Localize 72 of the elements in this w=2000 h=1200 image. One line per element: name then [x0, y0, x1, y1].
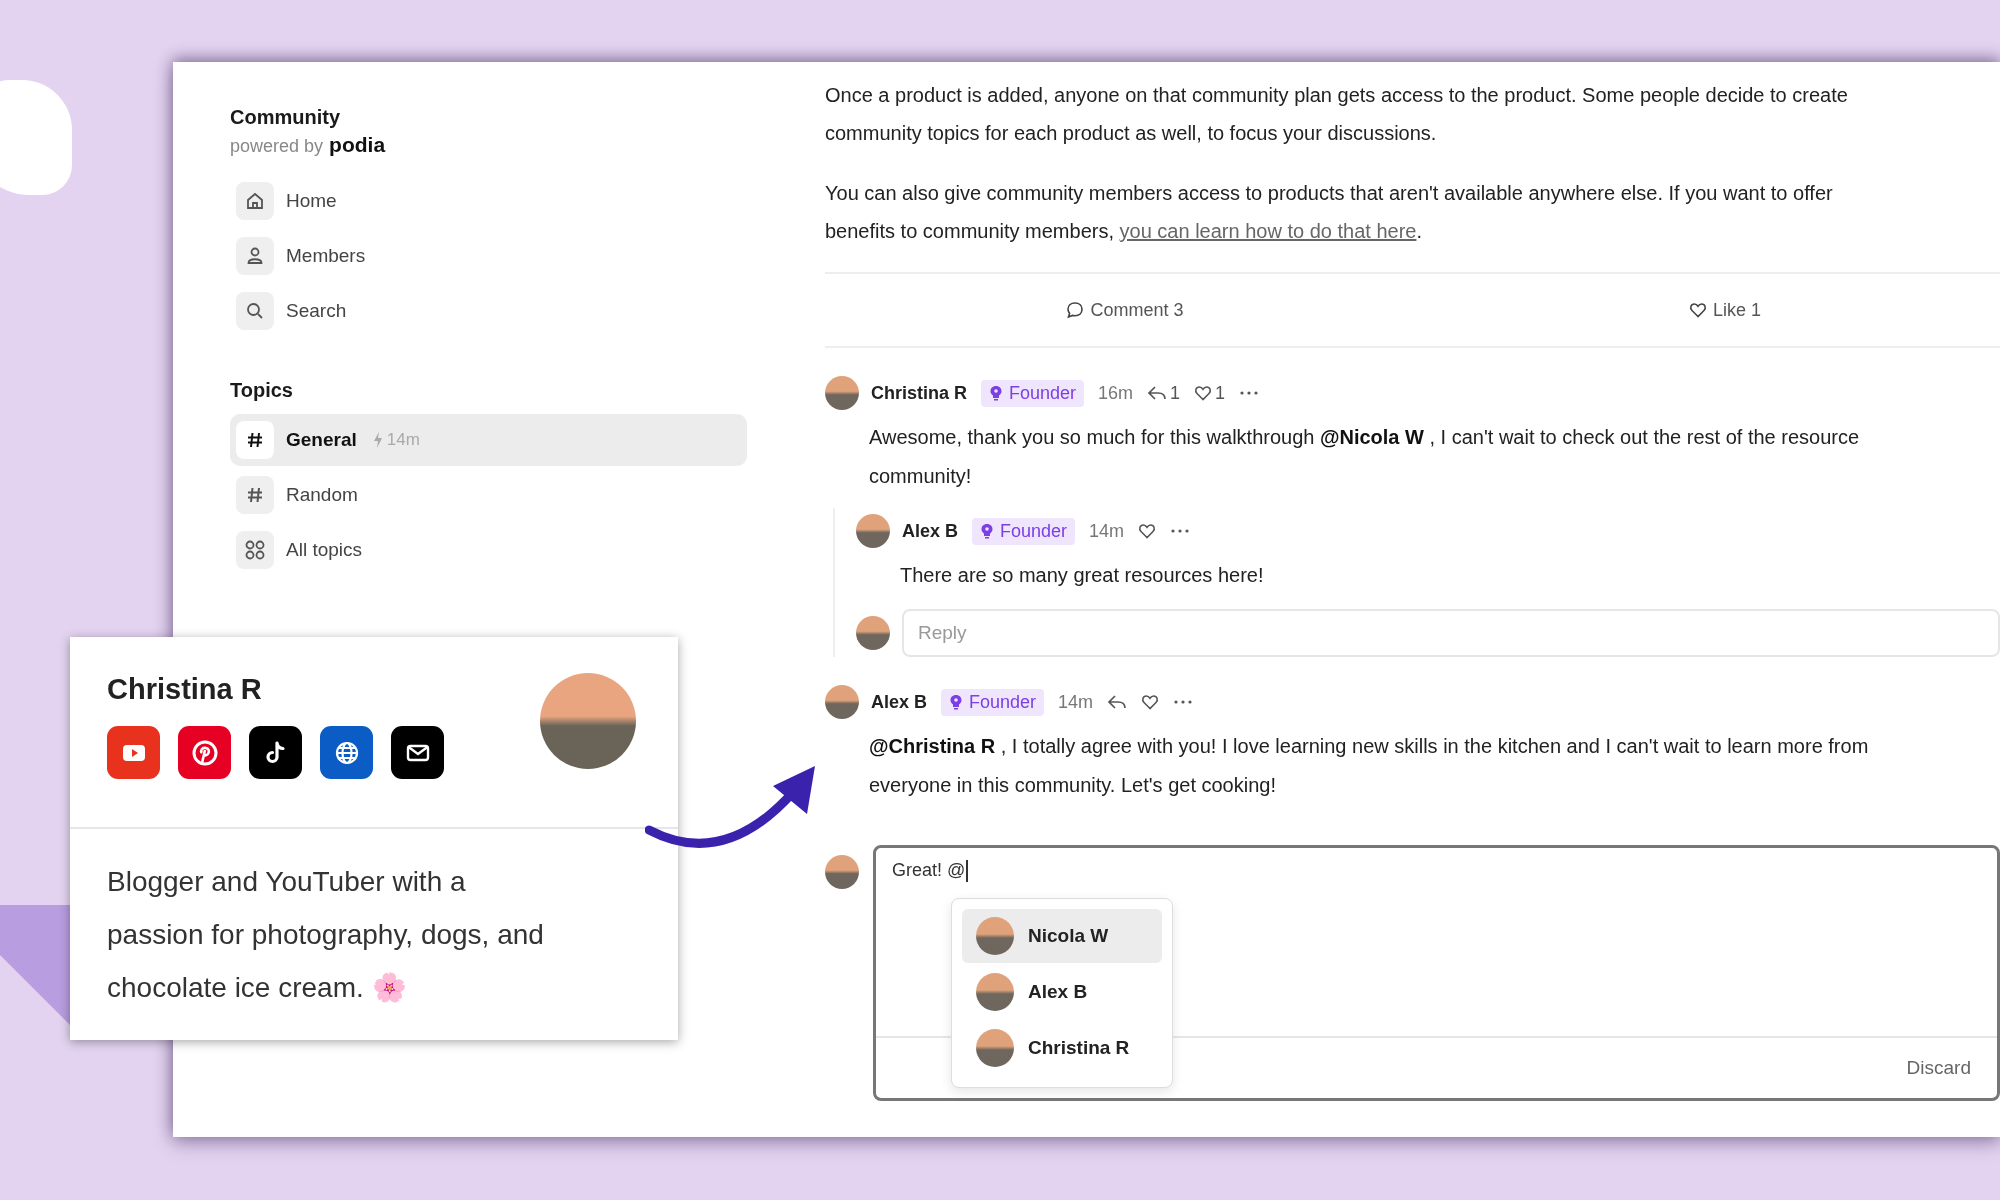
- play-icon[interactable]: [107, 726, 160, 779]
- like-button[interactable]: [1141, 693, 1160, 711]
- more-icon[interactable]: [1239, 390, 1260, 396]
- topic-item[interactable]: Random: [230, 469, 747, 521]
- grid-icon: [244, 539, 266, 561]
- brand-logo: podia: [329, 133, 386, 157]
- reply-field[interactable]: Reply: [902, 609, 2000, 657]
- discard-button[interactable]: Discard: [1900, 1056, 1977, 1080]
- topic-item[interactable]: General 14m: [230, 414, 747, 466]
- comment-time: 14m: [1058, 691, 1094, 713]
- post-paragraph: You can also give community members access to products that aren't available anywhere else. If you want to offer benefits to community members, you can learn how to do that here.: [825, 181, 1834, 244]
- mention-option[interactable]: Alex B: [962, 965, 1162, 1019]
- hash-icon: [245, 485, 265, 505]
- mention-option[interactable]: Nicola W: [962, 909, 1162, 963]
- nav-item[interactable]: Home: [230, 175, 747, 227]
- founder-badge: Founder: [941, 688, 1045, 716]
- comment-icon: [1066, 301, 1085, 319]
- heart-icon: [1141, 693, 1160, 711]
- reply-button[interactable]: [1107, 694, 1128, 710]
- profile-bio: Blogger and YouTuber with a passion for photography, dogs, and chocolate ice cream. 🌸: [107, 865, 544, 1005]
- founder-badge: Founder: [981, 379, 1085, 407]
- reply-icon: [1147, 385, 1168, 401]
- comment-time: 14m: [1089, 520, 1125, 542]
- more-icon[interactable]: [1170, 528, 1191, 534]
- search-icon: [245, 301, 265, 321]
- mention-option[interactable]: Christina R: [962, 1021, 1162, 1075]
- reply-button[interactable]: 1: [1147, 382, 1181, 404]
- comment-text: @Christina R , I totally agree with you! I love learning new skills in the kitchen and I can't wait to learn more from everyone in this community. Let's get cooking!: [869, 734, 1870, 798]
- avatar-photo: [976, 1029, 1014, 1067]
- activity-time: 14m: [386, 430, 420, 450]
- avatar-photo: [825, 376, 859, 410]
- author-name[interactable]: Alex B: [871, 691, 928, 713]
- author-name[interactable]: Christina R: [871, 382, 967, 404]
- like-button[interactable]: [1138, 522, 1157, 540]
- heart-icon: [1194, 384, 1213, 402]
- nav-item[interactable]: Members: [230, 230, 747, 282]
- heart-icon: [1688, 301, 1707, 319]
- avatar-photo: [976, 973, 1014, 1011]
- profile-name: Christina R: [107, 673, 263, 706]
- more-icon[interactable]: [1173, 699, 1194, 705]
- avatar-photo: [976, 917, 1014, 955]
- founder-badge: Founder: [972, 517, 1076, 545]
- comment-time: 16m: [1098, 382, 1134, 404]
- nav-item[interactable]: Search: [230, 285, 747, 337]
- comment-button[interactable]: Comment 3: [825, 274, 1425, 346]
- author-name[interactable]: Alex B: [902, 520, 959, 542]
- hash-icon: [245, 430, 265, 450]
- comment-text: There are so many great resources here!: [900, 563, 1265, 588]
- text-cursor: [966, 860, 969, 882]
- topic-item[interactable]: All topics: [230, 524, 747, 576]
- home-icon: [245, 191, 265, 211]
- music-note-icon[interactable]: [249, 726, 302, 779]
- like-button[interactable]: 1: [1194, 382, 1226, 404]
- pinterest-icon[interactable]: [178, 726, 231, 779]
- like-button[interactable]: Like 1: [1425, 274, 2000, 346]
- comment-field[interactable]: Great! @ Nicola W Alex B Christina R Discard: [873, 845, 2000, 1101]
- comment-text: Awesome, thank you so much for this walkthrough @Nicola W , I can't wait to check out the rest of the resource community!: [869, 425, 1861, 489]
- reply-icon: [1107, 694, 1128, 710]
- avatar-photo: [825, 685, 859, 719]
- bolt-icon: [372, 432, 383, 448]
- avatar-photo: [856, 616, 890, 650]
- community-title: Community: [230, 106, 341, 129]
- person-icon: [245, 246, 265, 266]
- powered-by-label: powered by: [230, 136, 324, 157]
- learn-more-link[interactable]: you can learn how to do that here: [1119, 220, 1417, 242]
- topics-heading: Topics: [230, 379, 294, 402]
- post-paragraph: Once a product is added, anyone on that community plan gets access to the product. Some people decide to create community topics for each product as well, to focus your discussions.: [825, 83, 1849, 146]
- typed-text: Great! @: [892, 860, 966, 881]
- avatar-photo: [825, 855, 859, 889]
- mail-icon[interactable]: [391, 726, 444, 779]
- avatar-photo: [856, 514, 890, 548]
- globe-icon[interactable]: [320, 726, 373, 779]
